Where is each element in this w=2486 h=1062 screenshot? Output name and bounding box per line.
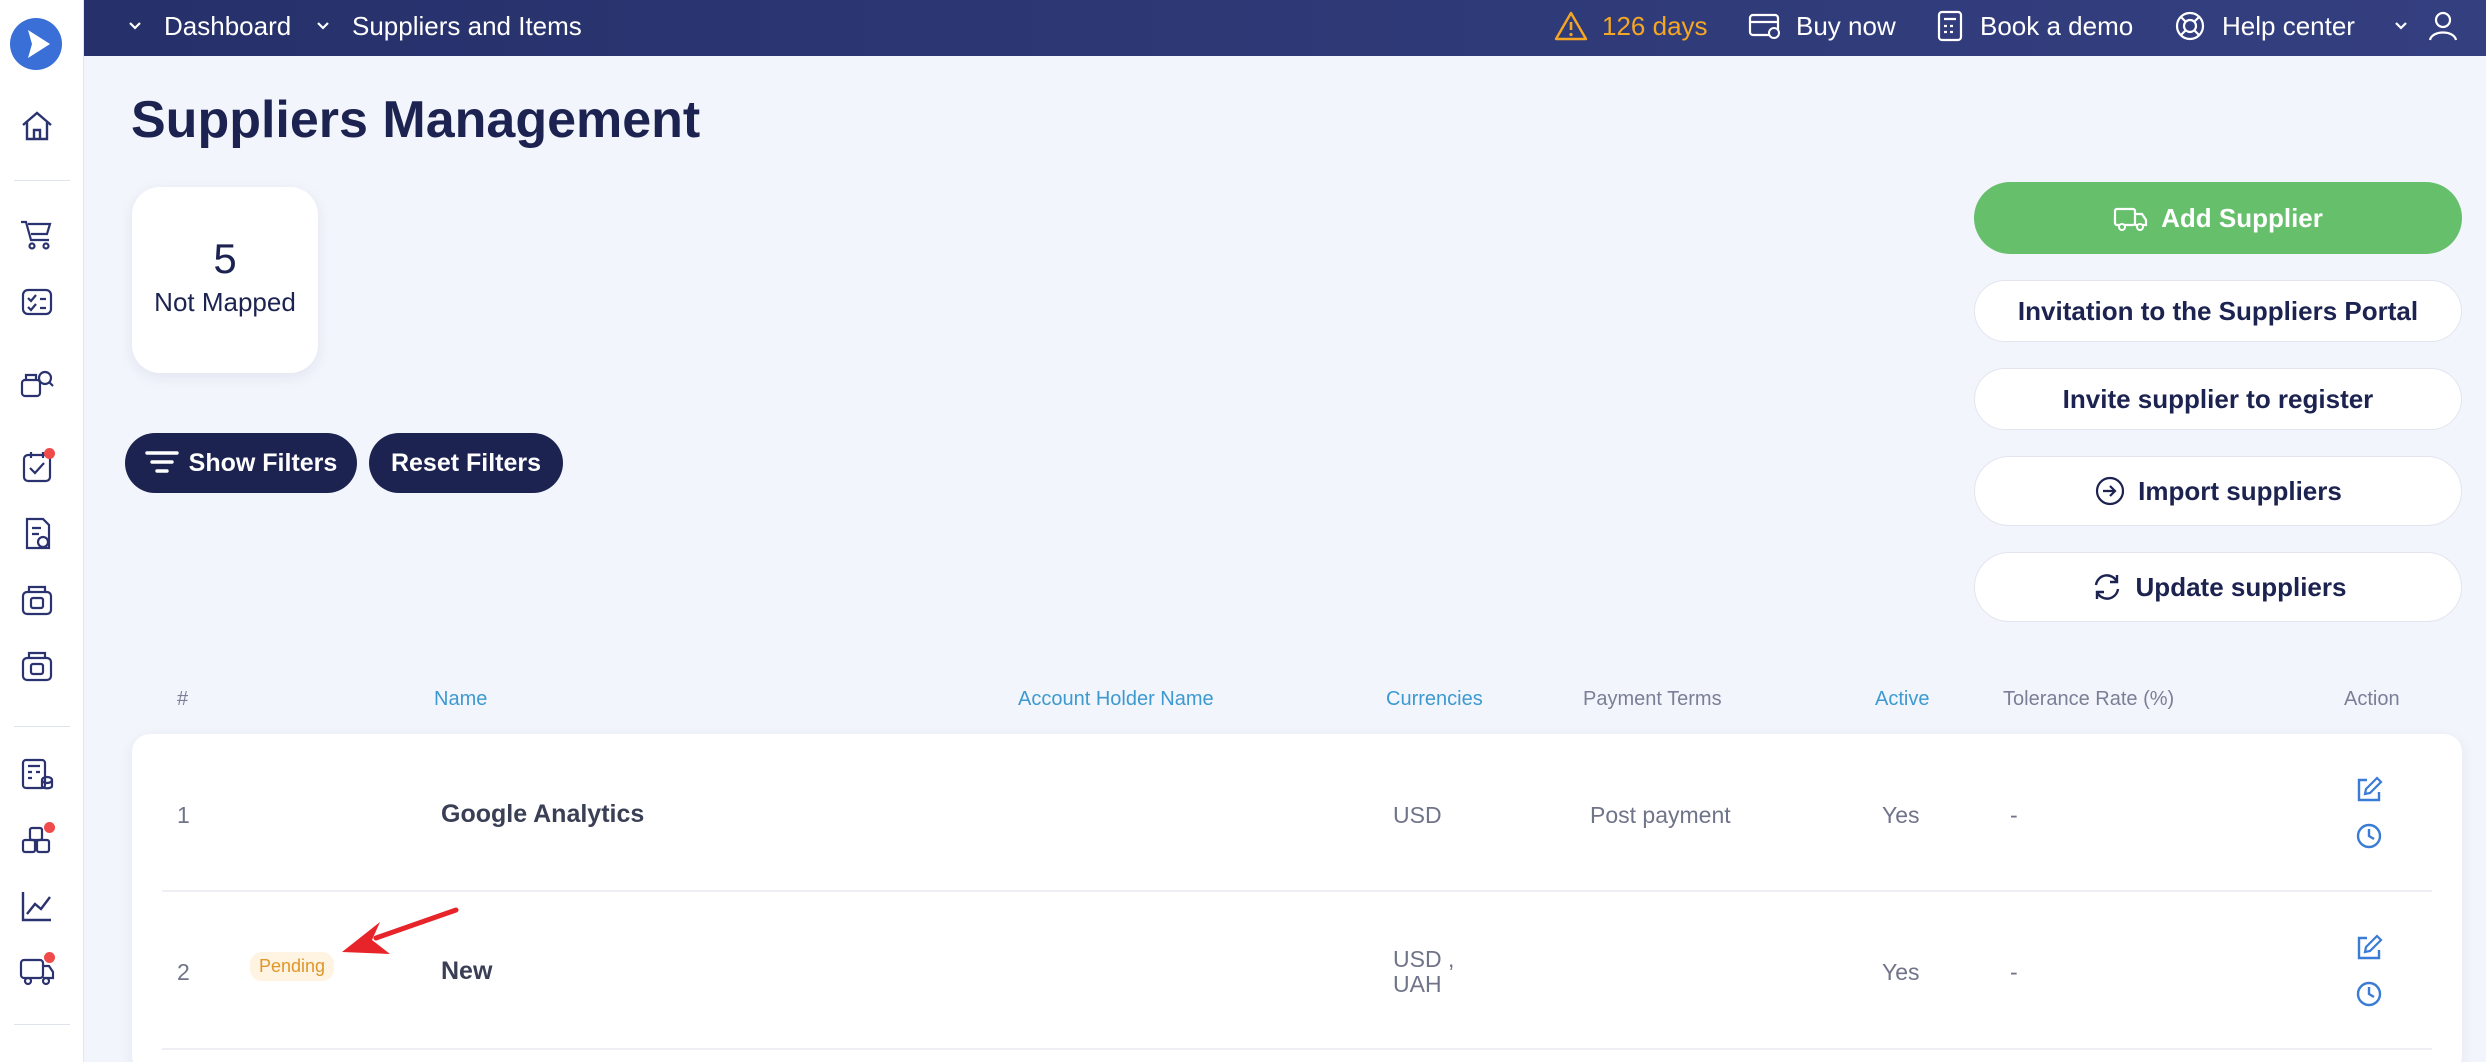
inventory-icon[interactable] bbox=[17, 820, 57, 860]
column-header-account-holder[interactable]: Account Holder Name bbox=[1018, 688, 1214, 711]
book-demo-label: Book a demo bbox=[1980, 10, 2134, 41]
not-mapped-count: 5 bbox=[213, 235, 237, 282]
warning-icon bbox=[1554, 11, 1588, 41]
add-supplier-button[interactable]: Add Supplier bbox=[1974, 182, 2462, 254]
invoice-icon[interactable] bbox=[17, 514, 57, 554]
page-title: Suppliers Management bbox=[131, 91, 701, 149]
column-header-currencies[interactable]: Currencies bbox=[1386, 688, 1483, 711]
history-icon[interactable] bbox=[2353, 820, 2385, 852]
update-suppliers-button[interactable]: Update suppliers bbox=[1974, 552, 2462, 622]
breadcrumb-label: Dashboard bbox=[164, 10, 292, 41]
tolerance-rate: - bbox=[2010, 959, 2018, 985]
refresh-icon bbox=[2094, 574, 2119, 600]
top-bar: Dashboard Suppliers and Items 126 days B… bbox=[84, 0, 2486, 56]
column-header-number: # bbox=[177, 688, 189, 710]
invitation-portal-button[interactable]: Invitation to the Suppliers Portal bbox=[1974, 280, 2462, 342]
breadcrumb-label: Suppliers and Items bbox=[352, 10, 582, 41]
filter-icon bbox=[144, 451, 179, 473]
column-header-active[interactable]: Active bbox=[1875, 688, 1929, 711]
delivery-icon[interactable] bbox=[17, 950, 57, 990]
book-demo-button[interactable]: Book a demo bbox=[1936, 0, 2133, 52]
annotation-arrow-icon bbox=[342, 907, 459, 954]
budget-icon[interactable] bbox=[17, 754, 57, 794]
user-icon bbox=[2428, 11, 2458, 41]
currency: USD bbox=[1393, 802, 1442, 828]
not-mapped-label: Not Mapped bbox=[154, 287, 296, 317]
import-suppliers-button[interactable]: Import suppliers bbox=[1974, 456, 2462, 526]
calculator-icon bbox=[1937, 10, 1963, 42]
edit-icon[interactable] bbox=[2353, 932, 2385, 964]
invitation-portal-label: Invitation to the Suppliers Portal bbox=[2017, 295, 2419, 326]
breadcrumb-suppliers[interactable]: Suppliers and Items bbox=[314, 0, 582, 52]
column-header-action: Action bbox=[2344, 688, 2400, 710]
supplier-name[interactable]: New bbox=[441, 957, 492, 986]
home-icon[interactable] bbox=[17, 106, 57, 146]
tolerance-rate: - bbox=[2010, 802, 2018, 828]
cart-icon[interactable] bbox=[17, 214, 57, 254]
column-header-name[interactable]: Name bbox=[434, 688, 487, 711]
approvals-icon[interactable] bbox=[17, 446, 57, 486]
help-center-label: Help center bbox=[2222, 10, 2355, 41]
currency: UAH bbox=[1393, 971, 1442, 997]
add-supplier-label: Add Supplier bbox=[2161, 202, 2323, 233]
row-divider bbox=[162, 890, 2432, 892]
update-suppliers-label: Update suppliers bbox=[2135, 571, 2347, 602]
row-divider bbox=[162, 1048, 2432, 1050]
breadcrumb-dashboard[interactable]: Dashboard bbox=[126, 0, 291, 52]
currency: USD , bbox=[1393, 946, 1455, 972]
payments-icon[interactable] bbox=[17, 646, 57, 686]
edit-icon[interactable] bbox=[2353, 774, 2385, 806]
truck-icon bbox=[2114, 207, 2148, 231]
sidebar bbox=[0, 0, 84, 1062]
row-number: 2 bbox=[177, 959, 190, 985]
invite-register-button[interactable]: Invite supplier to register bbox=[1974, 368, 2462, 430]
chevron-down-icon bbox=[317, 22, 329, 30]
not-mapped-card[interactable]: 5 Not Mapped bbox=[132, 187, 318, 373]
supplier-search-icon[interactable] bbox=[17, 364, 57, 404]
chevron-down-icon bbox=[2395, 22, 2407, 30]
show-filters-button[interactable]: Show Filters bbox=[125, 433, 357, 493]
history-icon[interactable] bbox=[2353, 978, 2385, 1010]
app-logo[interactable] bbox=[10, 18, 62, 70]
show-filters-label: Show Filters bbox=[188, 448, 338, 477]
analytics-icon[interactable] bbox=[17, 886, 57, 926]
column-header-payment-terms: Payment Terms bbox=[1583, 688, 1722, 710]
trial-days-label: 126 days bbox=[1602, 10, 1708, 41]
suppliers-table bbox=[132, 734, 2462, 1062]
user-menu[interactable] bbox=[2392, 0, 2458, 52]
buy-now-label: Buy now bbox=[1796, 10, 1896, 41]
notification-dot bbox=[44, 822, 55, 833]
notification-dot bbox=[44, 448, 55, 459]
active-status: Yes bbox=[1882, 959, 1920, 985]
trial-days[interactable]: 126 days bbox=[1554, 0, 1708, 52]
column-header-tolerance: Tolerance Rate (%) bbox=[2003, 688, 2175, 710]
wallet-icon[interactable] bbox=[17, 580, 57, 620]
help-center-button[interactable]: Help center bbox=[2174, 0, 2355, 52]
import-icon bbox=[2096, 476, 2125, 506]
lifebuoy-icon bbox=[2175, 11, 2205, 41]
status-badge: Pending bbox=[250, 952, 335, 981]
reset-filters-button[interactable]: Reset Filters bbox=[369, 433, 563, 493]
card-icon bbox=[1748, 13, 1780, 39]
notification-dot bbox=[44, 952, 55, 963]
payment-terms: Post payment bbox=[1590, 802, 1731, 828]
row-number: 1 bbox=[177, 802, 190, 828]
buy-now-button[interactable]: Buy now bbox=[1748, 0, 1896, 52]
invite-register-label: Invite supplier to register bbox=[2062, 383, 2374, 414]
active-status: Yes bbox=[1882, 802, 1920, 828]
supplier-name[interactable]: Google Analytics bbox=[441, 800, 644, 829]
chevron-down-icon bbox=[129, 22, 141, 30]
reset-filters-label: Reset Filters bbox=[390, 448, 542, 477]
task-card-icon[interactable] bbox=[17, 282, 57, 322]
import-suppliers-label: Import suppliers bbox=[2138, 475, 2342, 506]
